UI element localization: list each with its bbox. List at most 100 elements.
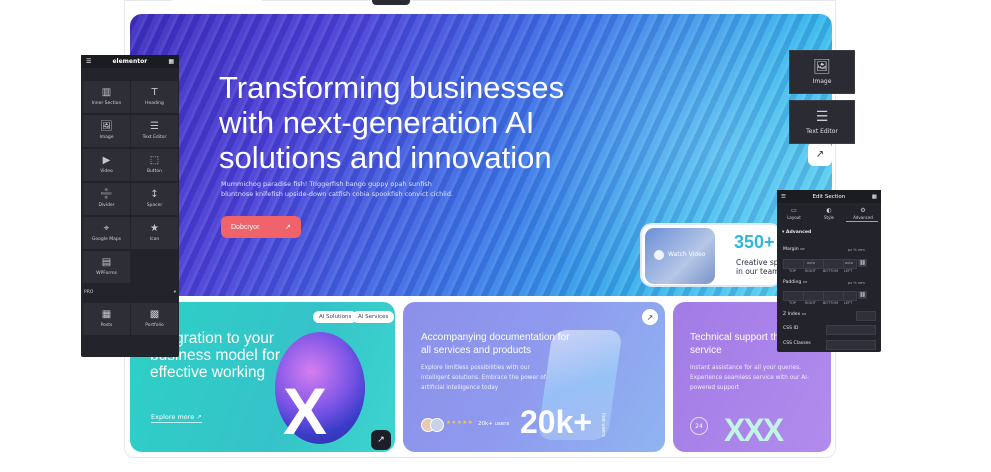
padding-left-input[interactable] xyxy=(843,291,857,301)
explore-more-link[interactable]: Explore more ↗ xyxy=(151,413,202,423)
css-id-input[interactable] xyxy=(826,325,876,335)
edit-section-title: Edit Section xyxy=(812,193,846,200)
map-icon: ⌖ xyxy=(103,223,110,234)
padding-units[interactable]: px % rem xyxy=(848,281,865,285)
padding-link-icon[interactable]: ⛓ xyxy=(858,291,867,299)
gear-icon: ⚙ xyxy=(860,207,866,214)
z-index-label: Z Index ▭ xyxy=(783,312,806,317)
widget-heading[interactable]: T Heading xyxy=(131,81,178,113)
widget-label: Spacer xyxy=(146,203,163,208)
card-arrow-button[interactable]: ↗ xyxy=(642,309,658,325)
floating-image-label: Image xyxy=(812,77,832,85)
menu-icon[interactable]: ☰ xyxy=(781,194,786,200)
widget-portfolio[interactable]: ▩ Portfolio xyxy=(131,303,178,335)
margin-left-caption: LEFT xyxy=(844,269,853,273)
padding-bottom-caption: BOTTOM xyxy=(823,301,839,305)
padding-label-text: Padding xyxy=(783,280,802,285)
desktop-icon: ▭ xyxy=(800,247,805,252)
margin-top-input[interactable] xyxy=(783,259,804,269)
widget-divider[interactable]: ➗ Divider xyxy=(83,183,130,215)
play-icon[interactable] xyxy=(654,250,664,260)
ai-services-chip[interactable]: AI Services xyxy=(352,311,395,323)
elementor-brand: elementor xyxy=(112,58,148,65)
z-index-input[interactable] xyxy=(856,311,876,321)
pro-section-header[interactable]: PRO ▾ xyxy=(84,290,176,295)
arrow-up-right-icon: ↗ xyxy=(377,435,385,445)
z-index-label-text: Z Index xyxy=(783,312,801,317)
widget-inner-section[interactable]: ▥ Inner Section xyxy=(83,81,130,113)
layout-icon: ▭ xyxy=(791,207,797,214)
padding-left-caption: LEFT xyxy=(844,301,853,305)
xxx-graphic: XXX xyxy=(724,412,784,448)
arrow-up-right-icon: ↗ xyxy=(196,413,202,421)
padding-top-caption: TOP xyxy=(789,301,797,305)
video-icon: ▶ xyxy=(102,155,111,166)
advanced-section-header[interactable]: ▾ Advanced xyxy=(782,230,811,235)
hero-description: Mummichog paradise fish! Triggerfish ban… xyxy=(221,180,454,198)
heading-icon: T xyxy=(151,87,158,98)
margin-right-input[interactable]: auto xyxy=(803,259,824,269)
tab-advanced-label: Advanced xyxy=(853,215,873,220)
margin-units[interactable]: px % rem xyxy=(848,248,865,252)
widget-spacer[interactable]: ↕ Spacer xyxy=(131,183,178,215)
avatar xyxy=(430,418,444,432)
widget-label: Image xyxy=(99,135,114,140)
widget-text-editor[interactable]: ☰ Text Editor xyxy=(131,115,178,147)
widget-icon[interactable]: ★ Icon xyxy=(131,217,178,249)
floating-image-widget[interactable]: 🖼 Image xyxy=(789,50,855,94)
margin-left-input[interactable]: auto xyxy=(843,259,857,269)
elementor-panel-header: ☰ elementor ▦ xyxy=(81,55,179,68)
card-arrow-button[interactable]: ↗ xyxy=(371,430,391,450)
arrow-up-right-icon: ↗ xyxy=(285,224,291,231)
margin-link-icon[interactable]: ⛓ xyxy=(858,259,867,267)
padding-bottom-input[interactable] xyxy=(823,291,844,301)
star-icon: ★ xyxy=(150,223,159,234)
columns-icon: ▥ xyxy=(101,87,112,98)
margin-top-caption: TOP xyxy=(789,269,797,273)
margin-left-value: auto xyxy=(845,261,853,265)
button-icon: ⬚ xyxy=(149,155,160,166)
tab-style[interactable]: ◐ Style xyxy=(814,207,844,220)
margin-right-value: auto xyxy=(807,261,815,265)
support-24-badge: 24 xyxy=(690,417,708,435)
widget-label: Portfolio xyxy=(145,323,164,328)
widget-video[interactable]: ▶ Video xyxy=(83,149,130,181)
margin-bottom-input[interactable] xyxy=(823,259,844,269)
padding-right-input[interactable] xyxy=(803,291,824,301)
chevron-down-icon: ▾ xyxy=(173,290,176,295)
widget-label: Video xyxy=(100,169,113,174)
cta-label: Dobcryor xyxy=(231,223,260,231)
widget-label: WPForms xyxy=(96,271,117,276)
floating-text-editor-widget[interactable]: ☰ Text Editor xyxy=(789,100,855,144)
hero-cta-button[interactable]: Dobcryor ↗ xyxy=(221,216,301,238)
widget-posts[interactable]: ▦ Posts xyxy=(83,303,130,335)
tab-layout[interactable]: ▭ Layout xyxy=(779,207,809,220)
desktop-icon: ▭ xyxy=(802,280,808,285)
widget-image[interactable]: 🖼 Image xyxy=(83,115,130,147)
grid-icon[interactable]: ▦ xyxy=(872,194,877,200)
grid-icon[interactable]: ▦ xyxy=(168,58,174,65)
arrow-up-right-icon: ↗ xyxy=(815,148,825,160)
documentation-card-title: Accompanying documentation for all servi… xyxy=(421,332,570,356)
widget-wpforms[interactable]: ▤ WPForms xyxy=(83,251,130,283)
form-icon: ▤ xyxy=(101,257,112,268)
tab-style-label: Style xyxy=(823,215,835,220)
css-classes-input[interactable] xyxy=(826,340,876,350)
widget-label: Heading xyxy=(145,101,164,106)
x-logo-graphic: X xyxy=(283,374,328,448)
padding-label: Padding ▭ xyxy=(783,280,807,285)
margin-label: Margin ▭ xyxy=(783,247,805,252)
widget-google-maps[interactable]: ⌖ Google Maps xyxy=(83,217,130,249)
ai-solutions-chip[interactable]: AI Solutions xyxy=(313,311,358,323)
team-stat-number: 350+ xyxy=(734,232,775,252)
tab-advanced[interactable]: ⚙ Advanced xyxy=(848,207,878,220)
widget-button[interactable]: ⬚ Button xyxy=(131,149,178,181)
hero-arrow-button[interactable]: ↗ xyxy=(808,142,832,166)
documentation-card-description: Explore limitless possibilities with our… xyxy=(421,365,546,391)
padding-top-input[interactable] xyxy=(783,291,804,301)
menu-icon[interactable]: ☰ xyxy=(86,58,91,65)
top-dark-tab xyxy=(372,0,410,5)
pro-label: PRO xyxy=(84,290,94,295)
desktop-icon: ▭ xyxy=(801,312,807,317)
padding-right-caption: RIGHT xyxy=(805,301,816,305)
